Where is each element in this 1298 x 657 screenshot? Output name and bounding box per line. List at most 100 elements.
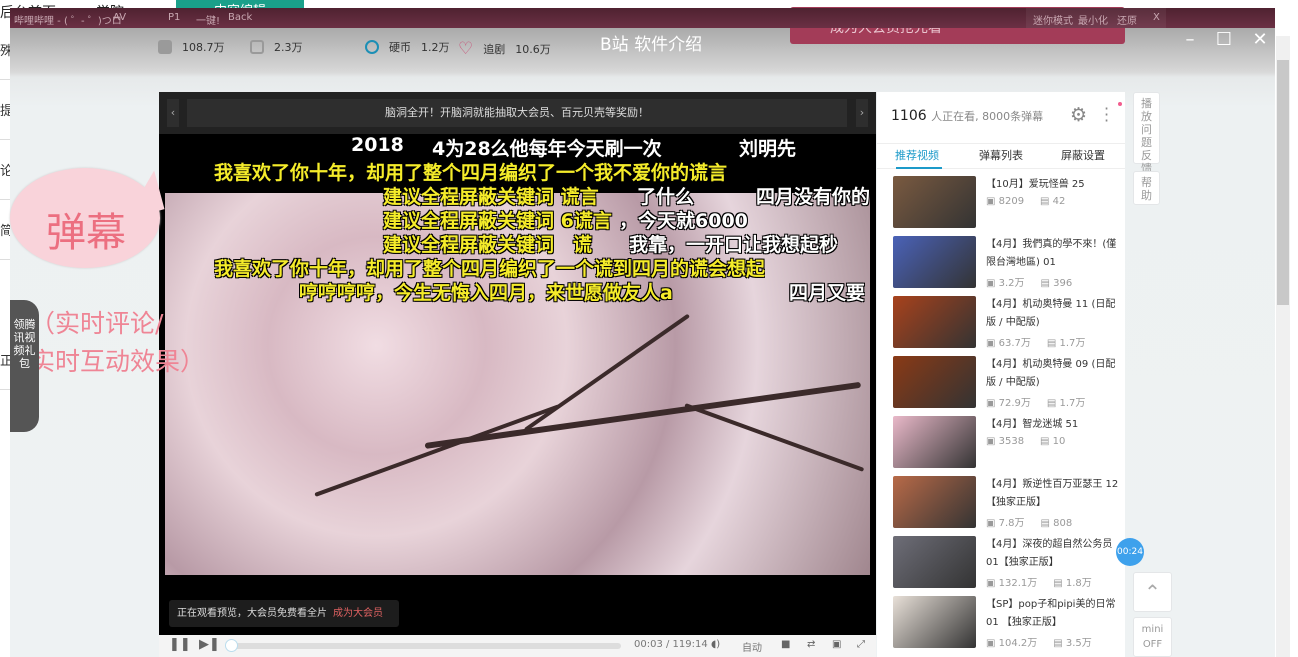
danmaku-icon: ▤ [1047,338,1056,349]
bg-side-item[interactable]: 论 [0,160,10,200]
video-thumbnail[interactable] [893,416,976,468]
list-item[interactable]: 【4月】深夜的超自然公务员 01【独家正版】 ▣ 132.1万 ▤ 1.8万 [893,536,1118,591]
video-title[interactable]: 【4月】智龙迷城 51 [986,416,1121,434]
mini-mode-button[interactable]: 迷你模式 [1033,12,1073,27]
scrollbar-thumb[interactable] [1277,60,1289,305]
tab-danmaku-list[interactable]: 弹幕列表 [961,147,1041,163]
coin-label: 硬币 [389,39,411,55]
help-button[interactable]: 帮助 [1133,171,1160,205]
gear-icon[interactable]: ⚙ [1070,104,1087,126]
back-to-top-icon[interactable]: ⌃ [1133,572,1172,612]
quality-select[interactable]: 自动 [742,639,762,654]
video-plays: 3.2万 [999,278,1025,289]
progress-knob[interactable] [225,639,238,652]
close-button[interactable]: X [1153,12,1160,23]
minimize-button[interactable]: 最小化 [1078,12,1108,27]
video-stats: ▣ 63.7万 ▤ 1.7万 [986,334,1085,349]
more-icon[interactable]: ··· [1104,106,1109,124]
bg-side-item[interactable]: 正 [0,350,10,390]
list-item[interactable]: 【4月】叛逆性百万亚瑟王 12【独家正版】 ▣ 7.8万 ▤ 808 [893,476,1118,531]
danmaku-icon: ▤ [1053,638,1062,649]
yijian-button[interactable]: 一键! [196,12,220,27]
mini-state: OFF [1134,637,1171,652]
list-item[interactable]: 【4月】机动奥特曼 09 (日配版 / 中配版) ▣ 72.9万 ▤ 1.7万 [893,356,1118,411]
video-thumbnail[interactable] [893,596,976,648]
video-title[interactable]: 【10月】爱玩怪兽 25 [986,176,1121,194]
pause-icon[interactable]: ❚❚ [169,637,191,652]
video-thumbnail[interactable] [893,356,976,408]
gift-tab[interactable]: 领腾讯视频礼包 [10,300,39,432]
viewer-suffix: 人正在看, 8000条弹幕 [931,110,1043,123]
video-danmaku: 42 [1053,196,1066,207]
video-thumbnail[interactable] [893,296,976,348]
video-danmaku: 808 [1053,518,1072,529]
minimize-icon[interactable]: – [1178,29,1202,50]
feedback-button[interactable]: 播放问题反馈 [1133,92,1160,164]
danmaku: 建议全程屏蔽关键词 谎 [383,230,592,257]
timer-badge[interactable]: 00:24 [1116,538,1144,566]
video-title[interactable]: 【4月】深夜的超自然公务员 01【独家正版】 [986,536,1121,572]
danmaku: 四月没有你的 [756,182,870,209]
coin-icon[interactable] [365,40,379,54]
video-title[interactable]: 【4月】叛逆性百万亚瑟王 12【独家正版】 [986,476,1121,512]
follow-label: 追剧 [483,41,505,57]
volume-icon[interactable]: ◖) [711,639,720,650]
danmaku-count: 2.3万 [274,39,303,55]
danmaku: 了什么 [637,182,694,209]
maximize-icon[interactable]: ☐ [1212,29,1236,50]
video-thumbnail[interactable] [893,536,976,588]
viewer-number: 1106 [891,108,927,124]
viewer-count: 1106 人正在看, 8000条弹幕 [891,108,1043,124]
list-item[interactable]: 【4月】我們真的學不來！(僅限台灣地區) 01 ▣ 3.2万 ▤ 396 [893,236,1118,291]
bg-side-item[interactable]: 简 [0,220,10,260]
play-icon: ▣ [986,436,995,447]
video-stats: ▣ 3538 ▤ 10 [986,436,1065,447]
video-stats: ▣ 104.2万 ▤ 3.5万 [986,634,1092,649]
tv-icon[interactable]: ▣ [832,639,841,650]
danmaku-icon: ▤ [1040,518,1049,529]
player-controls: ❚❚ ▶❚ 00:03 / 119:14 ◖) 自动 ■ ⇄ ▣ ⤢ [159,635,876,657]
play-count-icon [158,40,172,54]
notice-next-button[interactable]: › [856,99,868,127]
list-item[interactable]: 【SP】pop子和pipi美的日常 01 【独家正版】 ▣ 104.2万 ▤ 3… [893,596,1118,651]
loop-icon[interactable]: ⇄ [807,639,815,650]
danmaku-icon: ▤ [1053,578,1062,589]
bg-side-item[interactable]: 殊 [0,40,10,80]
back-button[interactable]: Back [228,12,252,23]
video-danmaku: 3.5万 [1066,638,1092,649]
notice-prev-button[interactable]: ‹ [167,99,179,127]
heart-icon[interactable]: ♡ [458,39,473,59]
list-item[interactable]: 【4月】智龙迷城 51 ▣ 3538 ▤ 10 [893,416,1118,471]
notice-bar: ‹ 脑洞全开！开脑洞就能抽取大会员、百元贝壳等奖励！ › [159,92,876,134]
danmaku: 我喜欢了你十年，却用了整个四月编织了一个我不爱你的谎言 [214,158,727,185]
app-title-bar: 哔哩哔哩 - ( ゜- ゜)つロ AV P1 一键! Back 迷你模式 最小化… [10,8,1275,28]
danmaku-toggle-icon[interactable]: ■ [781,639,790,650]
video-player[interactable]: ‹ 脑洞全开！开脑洞就能抽取大会员、百元贝壳等奖励！ › 2018 4为28么他… [159,92,876,657]
progress-bar[interactable] [229,643,621,649]
fullscreen-icon[interactable]: ⤢ [857,639,865,650]
video-danmaku: 1.8万 [1066,578,1092,589]
video-plays: 72.9万 [999,398,1031,409]
video-title[interactable]: 【4月】我們真的學不來！(僅限台灣地區) 01 [986,236,1121,272]
mini-toggle[interactable]: miniOFF [1133,617,1172,657]
notice-text[interactable]: 脑洞全开！开脑洞就能抽取大会员、百元贝壳等奖励！ [187,99,847,127]
list-item[interactable]: 【4月】机动奥特曼 11 (日配版 / 中配版) ▣ 63.7万 ▤ 1.7万 [893,296,1118,351]
video-thumbnail[interactable] [893,176,976,228]
list-item[interactable]: 【10月】爱玩怪兽 25 ▣ 8209 ▤ 42 [893,176,1118,231]
video-title[interactable]: 【4月】机动奥特曼 09 (日配版 / 中配版) [986,356,1121,392]
video-title[interactable]: 【4月】机动奥特曼 11 (日配版 / 中配版) [986,296,1121,332]
become-vip-link[interactable]: 成为大会员 [333,608,383,619]
play-icon: ▣ [986,338,995,349]
video-plays: 104.2万 [999,638,1038,649]
restore-button[interactable]: 还原 [1117,12,1137,27]
tab-recommended[interactable]: 推荐视频 [877,147,957,163]
tab-block-settings[interactable]: 屏蔽设置 [1043,147,1123,163]
bg-side-item[interactable]: 提 [0,100,10,140]
video-thumbnail[interactable] [893,236,976,288]
annotation-caption: （实时评论/实时互动效果） [30,305,205,381]
close-icon[interactable]: ✕ [1248,29,1272,50]
video-thumbnail[interactable] [893,476,976,528]
video-title[interactable]: 【SP】pop子和pipi美的日常 01 【独家正版】 [986,596,1121,632]
next-icon[interactable]: ▶❚ [199,637,220,652]
play-count: 108.7万 [182,39,225,55]
